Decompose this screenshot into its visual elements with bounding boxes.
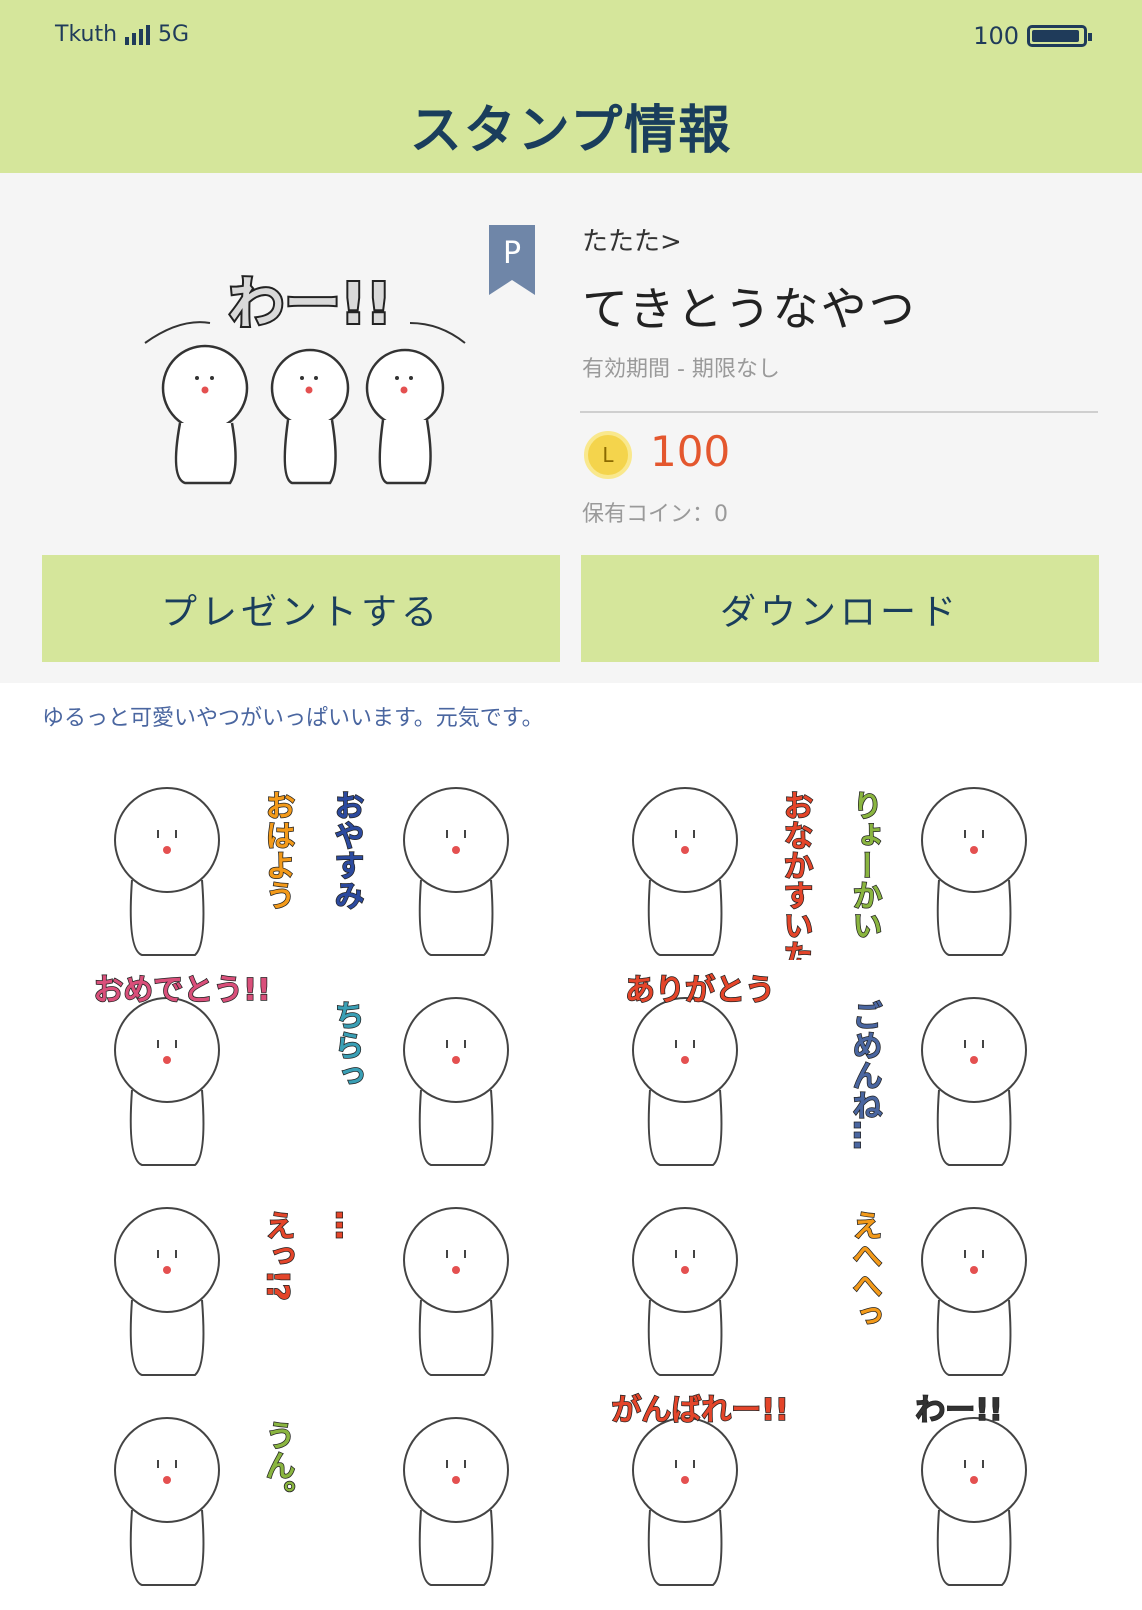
sticker-image: おはよう: [114, 787, 295, 956]
sticker-caption: えへへっ: [847, 1210, 882, 1330]
network-type: 5G: [158, 22, 190, 47]
sticker-image: うん。: [114, 1417, 295, 1586]
sticker-caption: おめでとう!!: [93, 973, 270, 1008]
sticker-caption: おはよう: [260, 790, 295, 910]
sticker-image: [632, 1207, 738, 1376]
sticker-caption: おやすみ: [329, 790, 364, 910]
sticker-caption: わー!!: [915, 1393, 1002, 1428]
sticker-item[interactable]: おめでとう!!: [62, 970, 321, 1180]
sticker-grid: おはよう おやすみ おなかすいた りょーかいおめでとう!! ちらっ ありがとうごめんね… え…: [62, 760, 1098, 1600]
owned-coins: 保有コイン：0: [582, 502, 728, 527]
sticker-item[interactable]: えへへっ: [839, 1180, 1098, 1390]
sticker-caption: りょーかい: [847, 790, 882, 940]
sticker-caption: えっ!?: [260, 1210, 295, 1301]
present-button[interactable]: プレゼントする: [42, 555, 560, 662]
sticker-image: りょーかい: [846, 787, 1027, 956]
page-title: スタンプ情報: [409, 101, 733, 161]
sticker-image: …: [328, 1207, 509, 1376]
coin-icon-label: L: [602, 443, 614, 467]
sticker-item[interactable]: [321, 1390, 580, 1600]
price: 100: [650, 427, 731, 476]
premium-badge-label: P: [503, 236, 521, 271]
pack-description: ゆるっと可愛いやつがいっぱいいます。元気です。: [42, 706, 544, 731]
sticker-item[interactable]: [580, 1180, 839, 1390]
sticker-image: おめでとう!!: [93, 972, 271, 1166]
validity-text: 有効期間 - 期限なし: [582, 357, 780, 382]
hero-caption: わー!!: [228, 272, 391, 337]
pack-hero-image: わー!!: [144, 270, 466, 485]
signal-icon: [125, 24, 151, 45]
premium-badge: P: [489, 225, 535, 295]
divider: [580, 411, 1098, 413]
sticker-caption: …: [329, 1210, 364, 1240]
sticker-item[interactable]: がんばれー!!: [580, 1390, 839, 1600]
sticker-image: えへへっ: [846, 1207, 1027, 1376]
carrier-name: Tkuth: [55, 22, 118, 47]
top-bar: Tkuth 5G 100 スタンプ情報: [0, 0, 1142, 173]
sticker-item[interactable]: …: [321, 1180, 580, 1390]
sticker-item[interactable]: わー!!: [839, 1390, 1098, 1600]
pack-name: てきとうなやつ: [582, 282, 917, 336]
sticker-image: わー!!: [915, 1392, 1027, 1586]
sticker-image: ありがとう: [624, 972, 776, 1166]
sticker-caption: おなかすいた: [778, 790, 813, 960]
sticker-image: がんばれー!!: [611, 1392, 789, 1586]
coin-icon: L: [584, 431, 632, 479]
status-carrier: Tkuth 5G: [55, 22, 189, 47]
sticker-item[interactable]: りょーかい: [839, 760, 1098, 970]
sticker-item[interactable]: おはよう: [62, 760, 321, 970]
sticker-item[interactable]: おやすみ: [321, 760, 580, 970]
download-button[interactable]: ダウンロード: [581, 555, 1099, 662]
sticker-caption: ちらっ: [329, 1000, 364, 1090]
sticker-image: えっ!?: [114, 1207, 295, 1376]
sticker-image: おなかすいた: [632, 787, 813, 960]
sticker-item[interactable]: おなかすいた: [580, 760, 839, 970]
sticker-image: おやすみ: [328, 787, 509, 956]
sticker-item[interactable]: ちらっ: [321, 970, 580, 1180]
sticker-caption: ごめんね…: [847, 1000, 882, 1150]
sticker-item[interactable]: ごめんね…: [839, 970, 1098, 1180]
battery-icon: [1027, 25, 1092, 47]
sticker-caption: うん。: [260, 1420, 295, 1510]
sticker-caption: ありがとう: [625, 973, 775, 1008]
pack-info: わー!! P たたた> てきとうなやつ 有効期間 - 期限なし L 100 保有…: [0, 173, 1142, 683]
sticker-item[interactable]: えっ!?: [62, 1180, 321, 1390]
sticker-caption: がんばれー!!: [611, 1393, 788, 1428]
status-battery: 100: [973, 22, 1092, 50]
sticker-item[interactable]: うん。: [62, 1390, 321, 1600]
author-link[interactable]: たたた>: [582, 221, 682, 258]
battery-level: 100: [973, 22, 1019, 50]
sticker-item[interactable]: ありがとう: [580, 970, 839, 1180]
sticker-image: ごめんね…: [846, 997, 1027, 1166]
sticker-image: [403, 1417, 509, 1586]
sticker-image: ちらっ: [328, 997, 509, 1166]
